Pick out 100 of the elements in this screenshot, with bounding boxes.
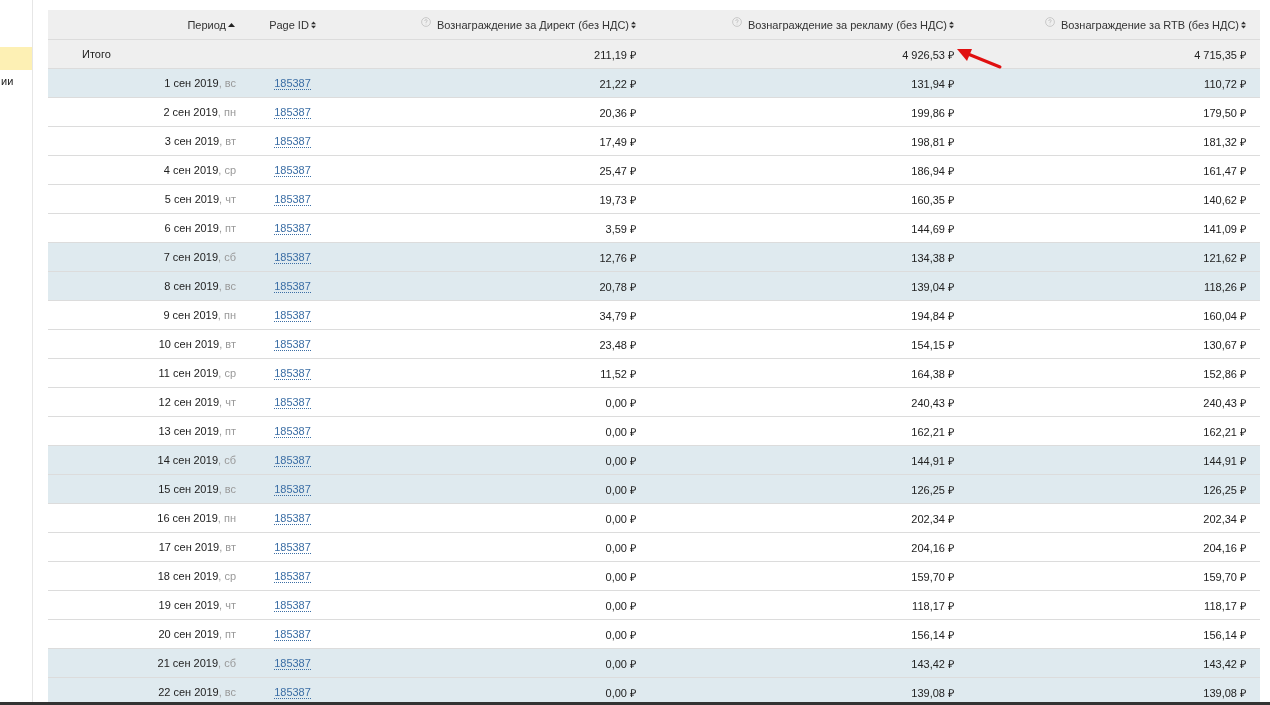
date-cell: 21 сен 2019, сб xyxy=(157,657,236,669)
table-cell-text: 23,48 ₽ xyxy=(599,337,636,352)
table-cell-text: 143,42 ₽ xyxy=(911,656,954,671)
table-cell-text: 179,50 ₽ xyxy=(1203,105,1246,120)
table-cell-text: 118,17 ₽ xyxy=(912,598,954,613)
table-cell-text: 25,47 ₽ xyxy=(599,163,636,178)
table-cell-text: 0,00 ₽ xyxy=(605,453,636,468)
page-id-link[interactable]: 185387 xyxy=(274,163,311,177)
table-cell-text: 164,38 ₽ xyxy=(911,366,954,381)
table-cell-text: 204,16 ₽ xyxy=(911,540,954,555)
table-cell-text: 0,00 ₽ xyxy=(605,627,636,642)
table-cell-text: 130,67 ₽ xyxy=(1203,337,1246,352)
sort-icon[interactable] xyxy=(310,20,316,29)
page-id-link[interactable]: 185387 xyxy=(274,685,311,699)
table-cell-text: 140,62 ₽ xyxy=(1203,192,1246,207)
table-cell-text: 204,16 ₽ xyxy=(1203,540,1246,555)
table-cell-text: 118,26 ₽ xyxy=(1204,279,1246,294)
page-id-link[interactable]: 185387 xyxy=(274,366,311,380)
page-id-link[interactable]: 185387 xyxy=(274,540,311,554)
page-id-link[interactable]: 185387 xyxy=(274,598,311,612)
table-cell-text: 139,08 ₽ xyxy=(1203,685,1246,700)
page-id-link[interactable]: 185387 xyxy=(274,279,311,293)
table-cell-text: 134,38 ₽ xyxy=(911,250,954,265)
table-cell-text: 144,91 ₽ xyxy=(1203,453,1246,468)
table-cell-text: 156,14 ₽ xyxy=(1203,627,1246,642)
column-header[interactable]: Вознаграждение за Директ (без НДС) xyxy=(437,18,629,31)
sidebar-item[interactable]: ии xyxy=(0,70,32,93)
table-cell-text: 199,86 ₽ xyxy=(911,105,954,120)
table-cell-text: 126,25 ₽ xyxy=(911,482,954,497)
table-cell-text: 4 715,35 ₽ xyxy=(1194,47,1246,62)
table-cell-text: 198,81 ₽ xyxy=(911,134,954,149)
sort-ascending-icon[interactable] xyxy=(228,21,235,28)
page-id-link[interactable]: 185387 xyxy=(274,395,311,409)
date-cell: 9 сен 2019, пн xyxy=(163,309,236,321)
table-cell-text: 139,04 ₽ xyxy=(911,279,954,294)
table-cell-text: 202,34 ₽ xyxy=(911,511,954,526)
date-cell: 11 сен 2019, ср xyxy=(158,367,236,379)
table-cell-text: 34,79 ₽ xyxy=(599,308,636,323)
date-cell: 15 сен 2019, вс xyxy=(158,483,236,495)
date-cell: 1 сен 2019, вс xyxy=(164,77,236,89)
sort-icon[interactable] xyxy=(949,20,954,29)
date-cell: 14 сен 2019, сб xyxy=(157,454,236,466)
column-header[interactable]: Page ID xyxy=(269,18,309,31)
page-id-link[interactable]: 185387 xyxy=(274,337,311,351)
table-cell-text: 19,73 ₽ xyxy=(599,192,636,207)
date-cell: 22 сен 2019, вс xyxy=(158,686,236,698)
page-id-link[interactable]: 185387 xyxy=(274,192,311,206)
table-cell-text: 202,34 ₽ xyxy=(1203,511,1246,526)
table-cell-text: 240,43 ₽ xyxy=(1203,395,1246,410)
date-cell: 20 сен 2019, пт xyxy=(158,628,236,640)
page-id-link[interactable]: 185387 xyxy=(274,76,311,90)
table-cell-text: 152,86 ₽ xyxy=(1203,366,1246,381)
table-cell-text: 0,00 ₽ xyxy=(605,511,636,526)
table-cell-text: 126,25 ₽ xyxy=(1203,482,1246,497)
column-header[interactable]: Вознаграждение за рекламу (без НДС) xyxy=(747,18,947,31)
page-id-link[interactable]: 185387 xyxy=(274,308,311,322)
table-cell-text: 0,00 ₽ xyxy=(605,656,636,671)
page-id-link[interactable]: 185387 xyxy=(274,221,311,235)
table-cell-text: 131,94 ₽ xyxy=(911,76,954,91)
page-id-link[interactable]: 185387 xyxy=(274,424,311,438)
table-cell-text: 17,49 ₽ xyxy=(599,134,636,149)
date-cell: 8 сен 2019, вс xyxy=(164,280,236,292)
table-cell-text: 139,08 ₽ xyxy=(911,685,954,700)
table-cell-text: 143,42 ₽ xyxy=(1203,656,1246,671)
table-cell-text: 160,35 ₽ xyxy=(911,192,954,207)
table-cell-text: 0,00 ₽ xyxy=(605,395,636,410)
page-id-link[interactable]: 185387 xyxy=(274,453,311,467)
sort-icon[interactable] xyxy=(631,20,636,29)
date-cell: 7 сен 2019, сб xyxy=(163,251,236,263)
date-cell: 5 сен 2019, чт xyxy=(164,193,236,205)
table-cell-text: 154,15 ₽ xyxy=(911,337,954,352)
table-cell-text: 194,84 ₽ xyxy=(911,308,954,323)
table-cell-text: 12,76 ₽ xyxy=(599,250,636,265)
page-id-link[interactable]: 185387 xyxy=(274,105,311,119)
page-id-link[interactable]: 185387 xyxy=(274,511,311,525)
date-cell: 4 сен 2019, ср xyxy=(163,164,236,176)
column-header[interactable]: Вознаграждение за RTB (без НДС) xyxy=(1061,18,1239,31)
date-cell: 6 сен 2019, пт xyxy=(164,222,236,234)
date-cell: 2 сен 2019, пн xyxy=(163,106,236,118)
page-id-link[interactable]: 185387 xyxy=(274,627,311,641)
table-cell-text: 0,00 ₽ xyxy=(605,598,636,613)
table-cell-text: 0,00 ₽ xyxy=(605,569,636,584)
page-id-link[interactable]: 185387 xyxy=(274,482,311,496)
table-cell-text: 240,43 ₽ xyxy=(911,395,954,410)
table-cell-text: 141,09 ₽ xyxy=(1203,221,1246,236)
page-id-link[interactable]: 185387 xyxy=(274,134,311,148)
date-cell: 13 сен 2019, пт xyxy=(158,425,236,437)
table-cell-text: 3,59 ₽ xyxy=(605,221,636,236)
column-header[interactable]: Период xyxy=(187,18,226,31)
table-cell-text: 161,47 ₽ xyxy=(1203,163,1246,178)
date-cell: 16 сен 2019, пн xyxy=(157,512,236,524)
table-cell-text: 156,14 ₽ xyxy=(911,627,954,642)
table-cell-text: 159,70 ₽ xyxy=(1203,569,1246,584)
sort-icon[interactable] xyxy=(1241,20,1246,29)
date-cell: 18 сен 2019, ср xyxy=(157,570,236,582)
page-id-link[interactable]: 185387 xyxy=(274,656,311,670)
date-cell: 19 сен 2019, чт xyxy=(158,599,236,611)
page-id-link[interactable]: 185387 xyxy=(274,250,311,264)
page-id-link[interactable]: 185387 xyxy=(274,569,311,583)
date-cell: 10 сен 2019, вт xyxy=(158,338,236,350)
